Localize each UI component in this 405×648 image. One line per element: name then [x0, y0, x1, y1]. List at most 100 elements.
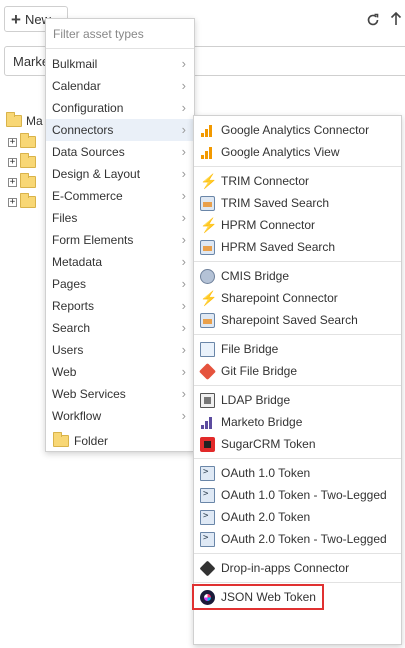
menu-item-files[interactable]: Files › — [46, 207, 194, 229]
menu-item-label: Search — [52, 321, 91, 335]
oauth-icon — [200, 509, 215, 525]
up-arrow-icon[interactable] — [390, 12, 402, 26]
submenu-item-cmis-bridge[interactable]: CMIS Bridge — [194, 265, 401, 287]
submenu-item-ldap-bridge[interactable]: LDAP Bridge — [194, 389, 401, 411]
chevron-right-icon: › — [181, 254, 186, 269]
submenu-item-label: SugarCRM Token — [221, 437, 316, 451]
menu-item-label: Bulkmail — [52, 57, 98, 71]
submenu-item-oauth-2-0-token[interactable]: OAuth 2.0 Token — [194, 506, 401, 528]
folder-icon — [20, 153, 36, 168]
submenu-item-label: Marketo Bridge — [221, 415, 303, 429]
chevron-right-icon: › — [181, 188, 186, 203]
chevron-right-icon: › — [181, 320, 186, 335]
menu-item-calendar[interactable]: Calendar › — [46, 75, 194, 97]
submenu-item-hprm-connector[interactable]: ⚡ HPRM Connector — [194, 214, 401, 236]
menu-item-folder[interactable]: Folder — [46, 430, 194, 452]
menu-item-data-sources[interactable]: Data Sources › — [46, 141, 194, 163]
file-bridge-icon — [200, 341, 215, 357]
submenu-item-label: Sharepoint Saved Search — [221, 313, 358, 327]
folder-icon — [20, 133, 36, 148]
expand-icon[interactable]: + — [8, 137, 17, 147]
asset-type-menu: Filter asset types Bulkmail › Calendar › Con… — [45, 18, 195, 452]
submenu-item-trim-saved-search[interactable]: TRIM Saved Search — [194, 192, 401, 214]
cmis-icon — [200, 268, 215, 284]
submenu-item-label: OAuth 2.0 Token — [221, 510, 311, 524]
google-analytics-icon — [200, 122, 215, 138]
submenu-item-git-file-bridge[interactable]: Git File Bridge — [194, 360, 401, 382]
menu-item-label: Metadata — [52, 255, 103, 269]
menu-item-configuration[interactable]: Configuration › — [46, 97, 194, 119]
chevron-right-icon: › — [181, 78, 186, 93]
chevron-right-icon: › — [181, 298, 186, 313]
menu-item-web-services[interactable]: Web Services › — [46, 383, 194, 405]
menu-item-web[interactable]: Web › — [46, 361, 194, 383]
tree-row[interactable]: + — [8, 133, 36, 148]
tree-row[interactable]: + — [8, 153, 36, 168]
menu-item-form-elements[interactable]: Form Elements › — [46, 229, 194, 251]
tree-root[interactable]: Ma — [6, 112, 43, 128]
folder-icon — [6, 112, 22, 127]
submenu-item-oauth-2-0-token-two-legged[interactable]: OAuth 2.0 Token - Two-Legged — [194, 528, 401, 550]
submenu-item-json-web-token[interactable]: JSON Web Token — [192, 584, 324, 610]
submenu-item-marketo-bridge[interactable]: Marketo Bridge — [194, 411, 401, 433]
menu-item-label: Configuration — [52, 101, 124, 115]
chevron-right-icon: › — [181, 144, 186, 159]
tree-row[interactable]: + — [8, 173, 36, 188]
ldap-icon — [200, 392, 215, 408]
submenu-group: JSON Web Token — [192, 583, 401, 611]
submenu-item-oauth-1-0-token[interactable]: OAuth 1.0 Token — [194, 462, 401, 484]
menu-item-label: Folder — [74, 434, 109, 448]
submenu-item-label: Sharepoint Connector — [221, 291, 338, 305]
menu-item-e-commerce[interactable]: E-Commerce › — [46, 185, 194, 207]
menu-item-metadata[interactable]: Metadata › — [46, 251, 194, 273]
menu-item-label: Web Services — [52, 387, 126, 401]
menu-item-label: Files — [52, 211, 78, 225]
bolt-icon: ⚡ — [200, 216, 218, 233]
expand-icon[interactable]: + — [8, 177, 17, 187]
menu-item-workflow[interactable]: Workflow › — [46, 405, 194, 427]
menu-item-design-layout[interactable]: Design & Layout › — [46, 163, 194, 185]
connectors-submenu: Google Analytics Connector Google Analyti… — [192, 115, 402, 645]
menu-item-users[interactable]: Users › — [46, 339, 194, 361]
submenu-item-google-analytics-connector[interactable]: Google Analytics Connector — [194, 119, 401, 141]
submenu-item-hprm-saved-search[interactable]: HPRM Saved Search — [194, 236, 401, 258]
refresh-icon[interactable] — [366, 13, 380, 27]
submenu-item-file-bridge[interactable]: File Bridge — [194, 338, 401, 360]
submenu-item-label: JSON Web Token — [221, 590, 316, 604]
submenu-item-label: HPRM Saved Search — [221, 240, 336, 254]
menu-item-pages[interactable]: Pages › — [46, 273, 194, 295]
submenu-item-label: TRIM Saved Search — [221, 196, 330, 210]
chevron-right-icon: › — [181, 210, 186, 225]
tree-row[interactable]: + — [8, 193, 36, 208]
menu-item-reports[interactable]: Reports › — [46, 295, 194, 317]
menu-item-connectors[interactable]: Connectors › — [46, 119, 194, 141]
expand-icon[interactable]: + — [8, 157, 17, 167]
submenu-item-sugarcrm-token[interactable]: SugarCRM Token — [194, 433, 401, 455]
saved-search-icon — [200, 195, 215, 211]
git-icon — [199, 362, 216, 380]
submenu-item-google-analytics-view[interactable]: Google Analytics View — [194, 141, 401, 163]
tree-root-label: Ma — [26, 114, 43, 128]
saved-search-icon — [200, 312, 215, 328]
dropin-icon — [199, 560, 216, 576]
menu-item-bulkmail[interactable]: Bulkmail › — [46, 53, 194, 75]
chevron-right-icon: › — [181, 386, 186, 401]
submenu-item-trim-connector[interactable]: ⚡ TRIM Connector — [194, 170, 401, 192]
chevron-right-icon: › — [181, 166, 186, 181]
chevron-right-icon: › — [181, 342, 186, 357]
submenu-item-drop-in-apps-connector[interactable]: Drop-in-apps Connector — [194, 557, 401, 579]
submenu-item-label: Drop-in-apps Connector — [221, 561, 350, 575]
menu-item-search[interactable]: Search › — [46, 317, 194, 339]
submenu-item-label: OAuth 1.0 Token — [221, 466, 311, 480]
expand-icon[interactable]: + — [8, 197, 17, 207]
submenu-item-label: LDAP Bridge — [221, 393, 291, 407]
menu-item-label: Web — [52, 365, 77, 379]
submenu-item-label: TRIM Connector — [221, 174, 310, 188]
submenu-item-label: File Bridge — [221, 342, 279, 356]
submenu-item-oauth-1-0-token-two-legged[interactable]: OAuth 1.0 Token - Two-Legged — [194, 484, 401, 506]
submenu-item-sharepoint-connector[interactable]: ⚡ Sharepoint Connector — [194, 287, 401, 309]
filter-asset-types-input[interactable]: Filter asset types — [46, 19, 194, 49]
submenu-item-sharepoint-saved-search[interactable]: Sharepoint Saved Search — [194, 309, 401, 331]
folder-icon — [20, 173, 36, 188]
submenu-group: OAuth 1.0 Token OAuth 1.0 Token - Two-Leg… — [194, 459, 401, 554]
